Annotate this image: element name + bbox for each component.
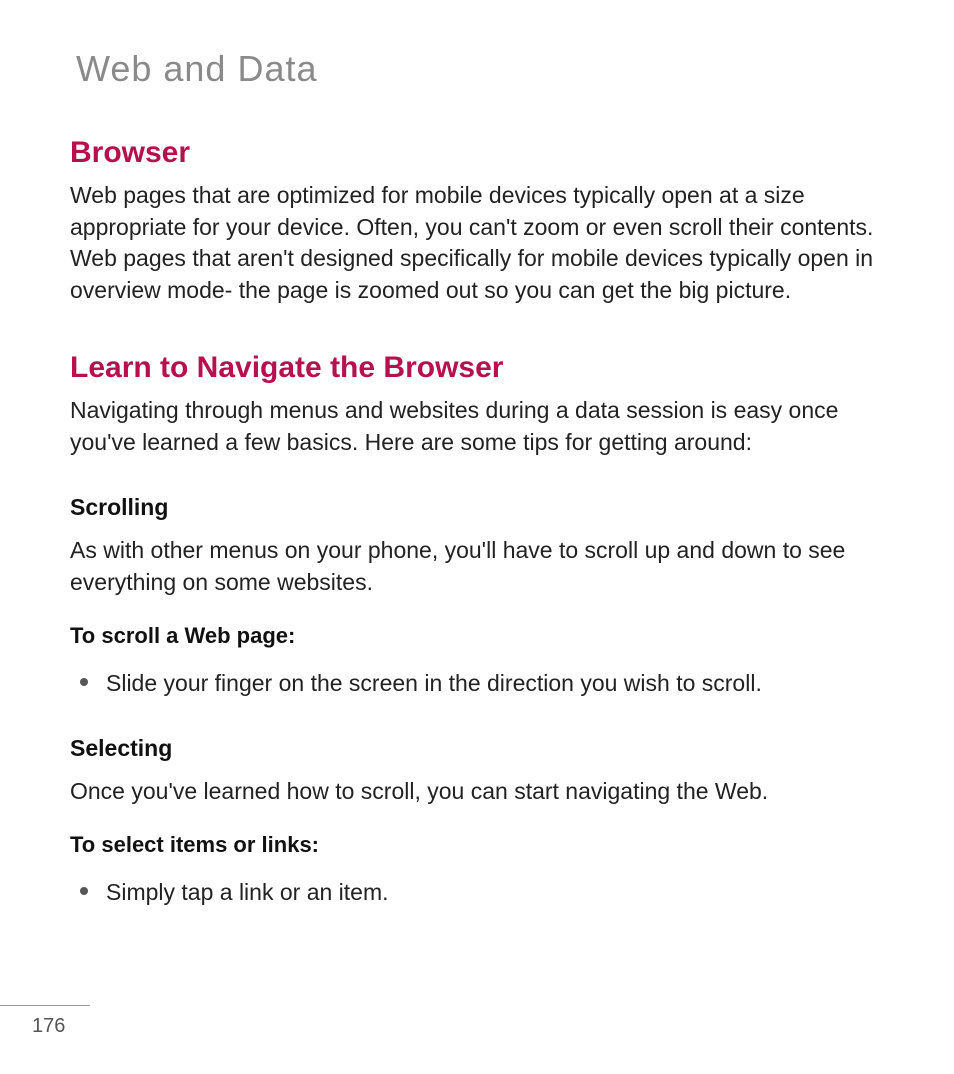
selecting-bullet-list: Simply tap a link or an item. (70, 876, 884, 908)
subheading-scrolling: Scrolling (70, 494, 884, 521)
scrolling-instruction-label: To scroll a Web page: (70, 623, 884, 649)
section-title-browser: Browser (70, 136, 884, 170)
footer-divider (0, 1005, 90, 1006)
selecting-body-text: Once you've learned how to scroll, you c… (70, 776, 884, 808)
list-item: Slide your finger on the screen in the d… (70, 667, 884, 699)
scrolling-body-text: As with other menus on your phone, you'l… (70, 535, 884, 598)
subheading-selecting: Selecting (70, 735, 884, 762)
section-title-navigate: Learn to Navigate the Browser (70, 351, 884, 385)
chapter-title: Web and Data (76, 48, 884, 90)
scrolling-bullet-list: Slide your finger on the screen in the d… (70, 667, 884, 699)
manual-page: Web and Data Browser Web pages that are … (0, 0, 954, 1074)
browser-body-text: Web pages that are optimized for mobile … (70, 180, 884, 307)
selecting-instruction-label: To select items or links: (70, 832, 884, 858)
navigate-body-text: Navigating through menus and websites du… (70, 395, 884, 458)
list-item: Simply tap a link or an item. (70, 876, 884, 908)
page-number: 176 (0, 1015, 65, 1038)
